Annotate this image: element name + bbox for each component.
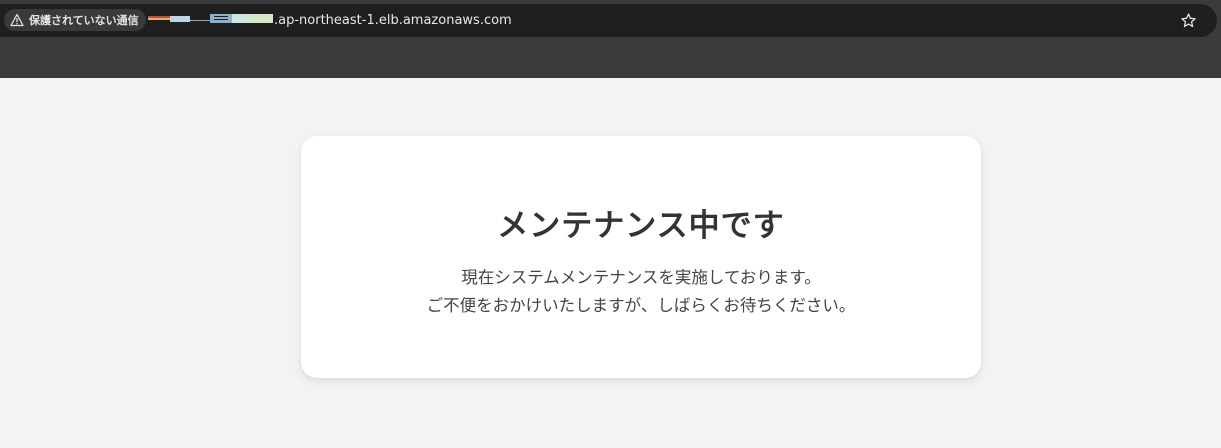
star-icon[interactable]	[1180, 12, 1197, 29]
maintenance-message: 現在システムメンテナンスを実施しております。 ご不便をおかけいたしますが、しばら…	[301, 264, 981, 320]
url-field[interactable]: .ap-northeast-1.elb.amazonaws.com	[148, 10, 512, 30]
message-line-1: 現在システムメンテナンスを実施しております。	[461, 268, 821, 287]
browser-toolbar: 保護されていない通信 .ap-northeast-1.elb.amazonaws…	[0, 0, 1221, 78]
security-indicator[interactable]: 保護されていない通信	[4, 9, 146, 31]
security-label: 保護されていない通信	[29, 14, 139, 27]
maintenance-card: メンテナンス中です 現在システムメンテナンスを実施しております。 ご不便をおかけ…	[301, 136, 981, 378]
message-line-2: ご不便をおかけいたしますが、しばらくお待ちください。	[426, 296, 856, 315]
redacted-hostname	[148, 13, 273, 27]
url-text: .ap-northeast-1.elb.amazonaws.com	[274, 12, 512, 28]
page-title: メンテナンス中です	[497, 208, 785, 244]
address-bar[interactable]: 保護されていない通信 .ap-northeast-1.elb.amazonaws…	[0, 4, 1217, 37]
warning-icon	[10, 13, 24, 27]
